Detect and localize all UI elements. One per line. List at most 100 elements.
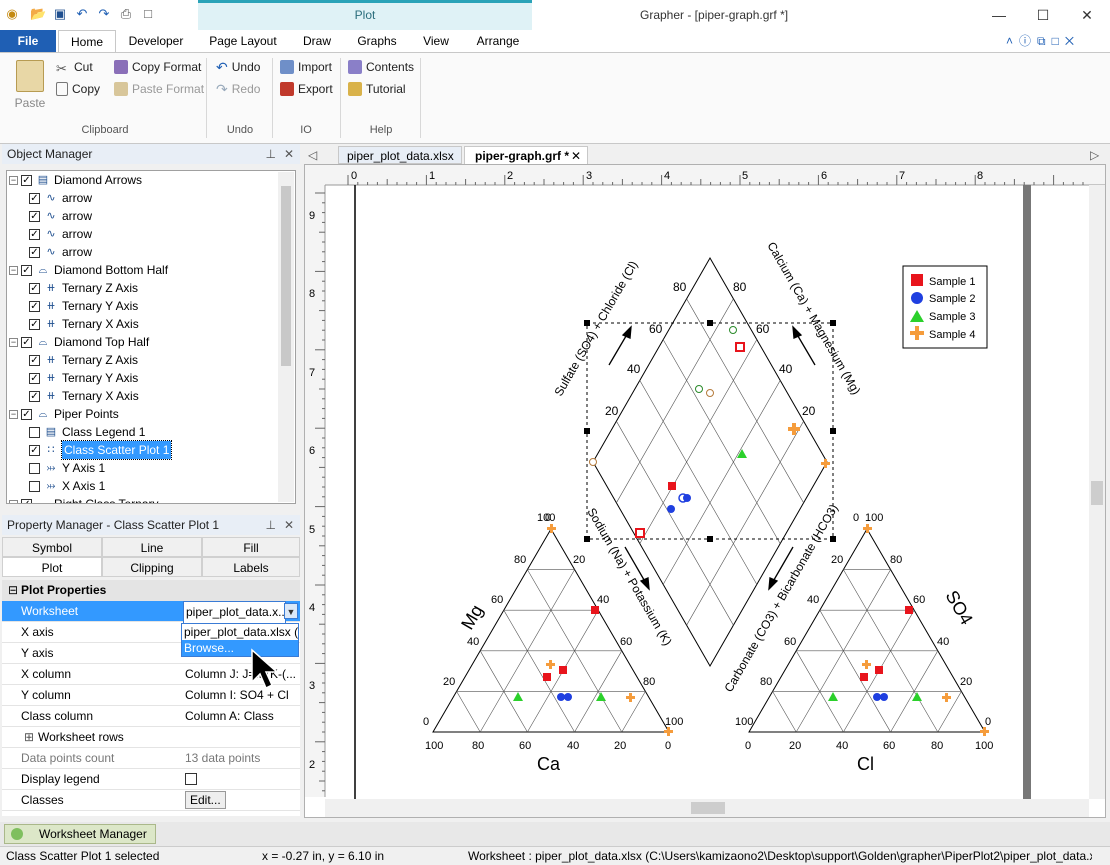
tab-graph[interactable]: piper-graph.grf * ✕	[464, 146, 588, 164]
tab-developer[interactable]: Developer	[124, 30, 188, 52]
tree-item[interactable]: − ✓ ⌓ Piper Points	[9, 405, 119, 423]
maximize-button[interactable]: ☐	[1020, 4, 1066, 26]
dropdown-arrow-icon[interactable]: ▼	[284, 603, 298, 619]
visibility-checkbox[interactable]: ✓	[29, 390, 40, 402]
dropdown-option-browse[interactable]: Browse...	[182, 640, 298, 656]
property-row[interactable]: Data points count 13 data points	[2, 748, 300, 769]
print-icon[interactable]: ⎙	[118, 6, 134, 22]
visibility-checkbox[interactable]	[29, 426, 40, 438]
collapse-icon[interactable]: ⊟	[8, 580, 18, 601]
visibility-checkbox[interactable]: ✓	[29, 192, 40, 204]
tree-item[interactable]: ✓ ⧺ Ternary X Axis	[29, 387, 139, 405]
worksheet-manager-tab[interactable]: Worksheet Manager	[4, 824, 156, 844]
tree-item[interactable]: ⤔ Y Axis 1	[29, 459, 105, 477]
visibility-checkbox[interactable]: ✓	[21, 498, 32, 503]
visibility-checkbox[interactable]: ✓	[29, 300, 40, 312]
display-legend-checkbox[interactable]	[185, 773, 197, 785]
piper-diamond[interactable]	[592, 256, 828, 668]
cut-button[interactable]: ✂ Cut	[56, 58, 93, 76]
tutorial-button[interactable]: Tutorial	[348, 80, 406, 98]
vertical-scrollbar-thumb[interactable]	[1091, 481, 1103, 505]
visibility-checkbox[interactable]	[29, 462, 40, 474]
new-icon[interactable]: □	[140, 6, 156, 22]
expand-icon[interactable]: ⊞	[24, 727, 34, 748]
ribbon-window-controls[interactable]: ˄ⓘ⧉□✕	[1006, 32, 1106, 50]
plot-document[interactable]: 0 1 2 3 4 5 6 7 8 9 8 7 6 5 4 3 2 20 40 …	[304, 164, 1106, 818]
tree-item[interactable]: ✓ ∿ arrow	[29, 243, 92, 261]
save-icon[interactable]: ▣	[52, 6, 68, 22]
tree-item[interactable]: ✓ ⧺ Ternary Z Axis	[29, 279, 138, 297]
tree-item[interactable]: ⤔ X Axis 1	[29, 477, 105, 495]
tree-item[interactable]: ✓ ∿ arrow	[29, 189, 92, 207]
open-icon[interactable]: 📂	[30, 6, 46, 22]
expand-toggle-icon[interactable]: −	[9, 499, 18, 503]
visibility-checkbox[interactable]: ✓	[29, 444, 40, 456]
visibility-checkbox[interactable]: ✓	[21, 264, 32, 276]
copy-format-button[interactable]: Copy Format	[114, 58, 201, 76]
tab-file[interactable]: File	[0, 30, 56, 52]
property-row[interactable]: Display legend	[2, 769, 300, 790]
tab-worksheet[interactable]: piper_plot_data.xlsx *	[338, 146, 462, 181]
expand-toggle-icon[interactable]: −	[9, 409, 18, 419]
tab-scroll-right[interactable]: ▷	[1090, 146, 1099, 164]
tree-item[interactable]: ✓ ∷ Class Scatter Plot 1	[29, 440, 173, 460]
tab-page-layout[interactable]: Page Layout	[206, 30, 280, 52]
property-value[interactable]: Edit...	[183, 790, 298, 811]
property-value[interactable]: Column A: Class	[183, 706, 298, 727]
redo-button[interactable]: ↷ Redo	[216, 80, 260, 98]
visibility-checkbox[interactable]: ✓	[29, 372, 40, 384]
right-ternary-outline[interactable]	[748, 528, 986, 733]
expand-toggle-icon[interactable]: −	[9, 175, 18, 185]
property-value[interactable]: Column J: J=IF(K-(...	[183, 664, 298, 685]
visibility-checkbox[interactable]: ✓	[21, 174, 32, 186]
visibility-checkbox[interactable]	[29, 480, 40, 492]
undo-button[interactable]: ↶ Undo	[216, 58, 260, 76]
property-value[interactable]	[183, 769, 298, 792]
visibility-checkbox[interactable]: ✓	[21, 336, 32, 348]
visibility-checkbox[interactable]: ✓	[29, 354, 40, 366]
property-row[interactable]: Class column Column A: Class	[2, 706, 300, 727]
left-ternary-points[interactable]	[513, 524, 673, 736]
tree-item[interactable]: ✓ ∿ arrow	[29, 225, 92, 243]
property-value[interactable]: 13 data points	[183, 748, 298, 769]
paste-format-button[interactable]: Paste Format	[114, 80, 204, 98]
tree-item[interactable]: ✓ ⧺ Ternary Y Axis	[29, 297, 138, 315]
tree-item[interactable]: ✓ ⧺ Ternary X Axis	[29, 315, 139, 333]
tab-symbol[interactable]: Symbol	[2, 537, 102, 557]
tree-item[interactable]: ✓ ∿ arrow	[29, 207, 92, 225]
tree-item[interactable]: ✓ ⧺ Ternary Y Axis	[29, 369, 138, 387]
tree-item[interactable]: − ✓ ⌓ Diamond Top Half	[9, 333, 149, 351]
property-value[interactable]: piper_plot_data.x...	[183, 601, 286, 624]
property-row[interactable]: Worksheet piper_plot_data.x... ▼	[2, 601, 300, 624]
import-button[interactable]: Import	[280, 58, 332, 76]
visibility-checkbox[interactable]: ✓	[29, 282, 40, 294]
plot-properties-section[interactable]: ⊟ Plot Properties	[2, 580, 300, 601]
dropdown-option-file[interactable]: piper_plot_data.xlsx (C:	[182, 624, 298, 640]
visibility-checkbox[interactable]: ✓	[29, 228, 40, 240]
tree-item[interactable]: − ✓ ⌓ Diamond Bottom Half	[9, 261, 168, 279]
edit-classes-button[interactable]: Edit...	[185, 791, 226, 809]
visibility-checkbox[interactable]: ✓	[29, 318, 40, 330]
property-row[interactable]: Classes Edit...	[2, 790, 300, 811]
tab-scroll-left[interactable]: ◁	[308, 146, 317, 164]
pin-icon[interactable]: ⊥	[266, 144, 276, 164]
copy-button[interactable]: Copy	[56, 80, 100, 98]
tab-view[interactable]: View	[416, 30, 456, 52]
pin-icon[interactable]: ⊥	[266, 515, 276, 535]
tree-item[interactable]: − ✓ ⌓ Right Class Ternary	[9, 495, 158, 503]
tab-arrange[interactable]: Arrange	[470, 30, 526, 52]
scrollbar-thumb[interactable]	[281, 186, 291, 366]
tab-home[interactable]: Home	[58, 30, 116, 53]
close-button[interactable]: ✕	[1064, 4, 1110, 26]
diamond-points[interactable]	[589, 326, 831, 538]
tab-fill[interactable]: Fill	[202, 537, 300, 557]
tab-plot[interactable]: Plot	[2, 557, 102, 577]
tab-graphs[interactable]: Graphs	[352, 30, 402, 52]
property-value[interactable]: Column I: SO4 + Cl	[183, 685, 298, 706]
tab-draw[interactable]: Draw	[296, 30, 338, 52]
tree-item[interactable]: − ✓ ▤ Diamond Arrows	[9, 171, 142, 189]
contents-button[interactable]: Contents	[348, 58, 414, 76]
expand-toggle-icon[interactable]: −	[9, 337, 18, 347]
visibility-checkbox[interactable]: ✓	[29, 210, 40, 222]
right-ternary-points[interactable]	[828, 524, 989, 736]
